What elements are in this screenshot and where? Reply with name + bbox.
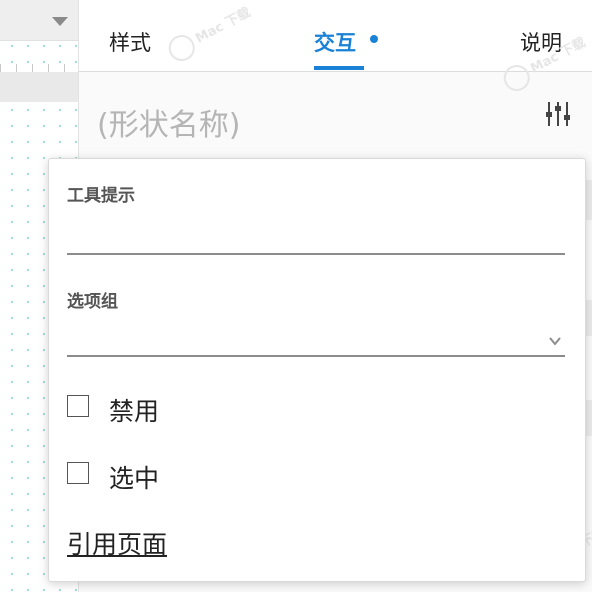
- tooltip-label: 工具提示: [67, 186, 135, 206]
- interaction-properties-popup: 工具提示 选项组 禁用 选中 引用页面: [48, 158, 586, 582]
- chevron-down-icon[interactable]: [549, 335, 561, 347]
- shape-name-field[interactable]: (形状名称): [97, 100, 240, 144]
- interaction-indicator-dot: [370, 35, 378, 43]
- tooltip-input[interactable]: [67, 225, 569, 255]
- caret-down-icon[interactable]: [52, 17, 68, 26]
- disabled-checkbox[interactable]: [67, 395, 89, 417]
- canvas-selection-band: [0, 72, 78, 102]
- selected-checkbox-label: 选中: [109, 464, 160, 493]
- inspector-tabs: 样式 交互 说明: [79, 0, 592, 72]
- option-group-underline: [67, 355, 565, 357]
- canvas-toolbar: [0, 0, 78, 41]
- active-tab-underline: [314, 66, 364, 70]
- tab-interaction[interactable]: 交互: [314, 27, 356, 57]
- option-group-select[interactable]: [67, 325, 537, 351]
- tooltip-underline: [67, 253, 565, 255]
- option-group-label: 选项组: [67, 292, 118, 312]
- reference-page-link[interactable]: 引用页面: [67, 525, 167, 561]
- tab-notes[interactable]: 说明: [520, 27, 562, 57]
- tab-style[interactable]: 样式: [109, 27, 151, 57]
- disabled-checkbox-label: 禁用: [109, 397, 160, 426]
- selected-checkbox[interactable]: [67, 462, 89, 484]
- ruler: [0, 58, 78, 72]
- sliders-icon[interactable]: [545, 100, 571, 128]
